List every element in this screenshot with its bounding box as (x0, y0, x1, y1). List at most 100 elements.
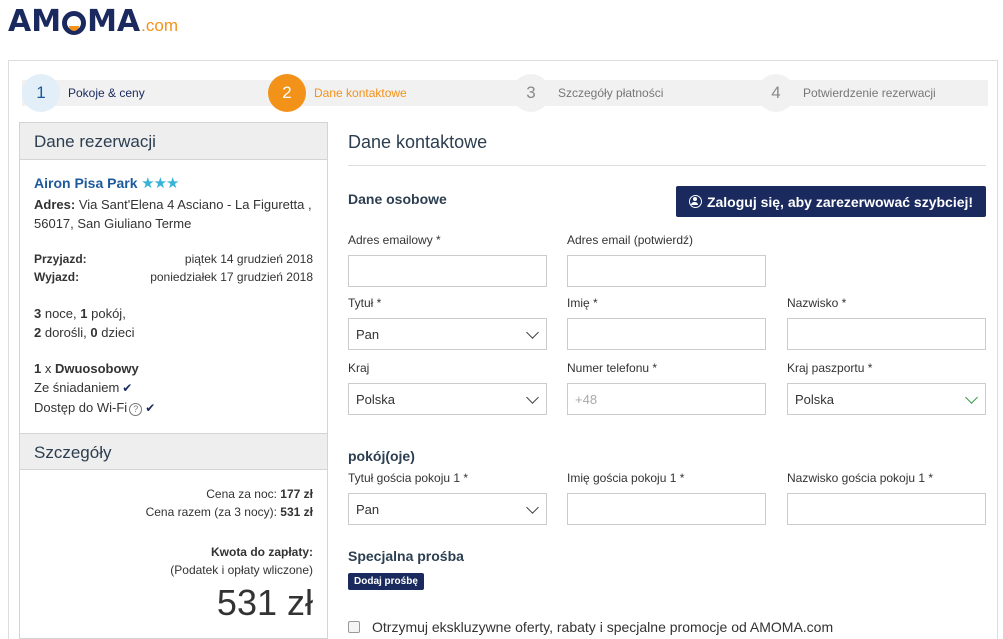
lastname-group: Nazwisko * (787, 296, 986, 350)
amount-due-value: 531 zł (216, 582, 313, 623)
guest-title-select[interactable]: Pan (348, 493, 547, 525)
email-label: Adres emailowy * (348, 233, 441, 247)
phone-label: Numer telefonu * (567, 361, 658, 375)
details-title: Szczegóły (20, 433, 327, 470)
phone-field[interactable]: +48 (567, 383, 766, 415)
logo-brand-right: MA (87, 4, 141, 39)
step-label: Potwierdzenie rezerwacji (803, 86, 936, 100)
price-night-label: Cena za noc: (206, 487, 277, 501)
firstname-group: Imię * (567, 296, 766, 350)
personal-data-title: Dane osobowe (348, 191, 447, 207)
amoma-logo[interactable]: AM MA .com (8, 4, 178, 44)
guest-title-label: Tytuł gościa pokoju 1 * (348, 471, 469, 485)
country-group: Kraj Polska (348, 361, 547, 415)
offers-checkbox[interactable] (348, 621, 360, 633)
question-icon[interactable]: ? (129, 403, 143, 416)
step-label: Szczegóły płatności (558, 86, 664, 100)
amount-due: Kwota do zapłaty: (Podatek i opłaty wlic… (170, 543, 313, 625)
room-type: Dwuosobowy (54, 361, 139, 376)
email-field[interactable] (348, 255, 547, 287)
logo-o-icon (62, 10, 87, 35)
children-text: dzieci (97, 325, 135, 340)
star-rating-icon: ★★★ (141, 175, 179, 192)
firstname-label: Imię * (567, 296, 598, 310)
chevron-down-icon (965, 391, 978, 404)
logo-brand: AM MA (8, 4, 140, 39)
country-select-value: Polska (356, 392, 396, 407)
chevron-down-icon (526, 501, 539, 514)
chevron-down-icon (526, 326, 539, 339)
step-payment-details: 3 Szczegóły płatności (512, 74, 663, 112)
adults-text: dorośli, (41, 325, 91, 340)
guest-lastname-field[interactable] (787, 493, 986, 525)
rooms-title: pokój(oje) (348, 448, 415, 464)
step-number: 2 (268, 74, 306, 112)
hotel-address: Adres: Via Sant'Elena 4 Asciano - La Fig… (34, 195, 313, 233)
booking-summary-title: Dane rezerwacji (20, 123, 327, 160)
checkmark-icon: ✔ (122, 381, 133, 395)
stay-dates: Przyjazd: piątek 14 grudzień 2018 Wyjazd… (34, 250, 313, 286)
add-request-button[interactable]: Dodaj prośbę (348, 573, 424, 590)
user-icon (688, 195, 702, 208)
address-value: Via Sant'Elena 4 Asciano - La Figuretta … (34, 197, 312, 231)
offers-label[interactable]: Otrzymuj ekskluzywne oferty, rabaty i sp… (372, 619, 833, 635)
title-group: Tytuł * Pan (348, 296, 547, 350)
price-night-value: 177 zł (280, 487, 313, 501)
checkmark-icon: ✔ (145, 401, 156, 415)
amount-due-label: Kwota do zapłaty: (210, 545, 313, 559)
country-select[interactable]: Polska (348, 383, 547, 415)
step-number: 1 (22, 74, 60, 112)
title-select[interactable]: Pan (348, 318, 547, 350)
logo-brand-left: AM (8, 4, 62, 39)
step-contact-details: 2 Dane kontaktowe (268, 74, 407, 112)
contact-form: Dane kontaktowe Dane osobowe Zaloguj się… (348, 122, 988, 635)
logo-tld: .com (141, 16, 178, 35)
step-confirmation: 4 Potwierdzenie rezerwacji (757, 74, 936, 112)
booking-summary-panel: Dane rezerwacji Airon Pisa Park ★★★ Adre… (19, 122, 328, 639)
phone-group: Numer telefonu * +48 (567, 361, 766, 415)
progress-steps: 1 Pokoje & ceny 2 Dane kontaktowe 3 Szcz… (22, 74, 988, 112)
login-button-label: Zaloguj się, aby zarezerwować szybciej! (706, 193, 974, 210)
guest-lastname-label: Nazwisko gościa pokoju 1 * (787, 471, 934, 485)
email-confirm-group: Adres email (potwierdź) (567, 233, 766, 287)
email-group: Adres emailowy * (348, 233, 547, 287)
guest-title-select-value: Pan (356, 502, 380, 517)
guest-firstname-label: Imię gościa pokoju 1 * (567, 471, 685, 485)
country-label: Kraj (348, 361, 370, 375)
email-confirm-field[interactable] (567, 255, 766, 287)
guest-firstname-group: Imię gościa pokoju 1 * (567, 471, 766, 525)
price-breakdown: Cena za noc: 177 zł Cena razem (za 3 noc… (146, 485, 313, 521)
nights-text: noce, (41, 306, 81, 321)
chevron-down-icon (526, 391, 539, 404)
room-summary: 1 x Dwuosobowy Ze śniadaniem ✔ Dostęp do … (34, 359, 313, 418)
offers-option: Otrzymuj ekskluzywne oferty, rabaty i sp… (348, 619, 833, 635)
tax-note: (Podatek i opłaty wliczone) (170, 563, 313, 577)
login-button[interactable]: Zaloguj się, aby zarezerwować szybciej! (676, 186, 986, 217)
step-rooms-prices[interactable]: 1 Pokoje & ceny (22, 74, 145, 112)
email-confirm-label: Adres email (potwierdź) (567, 233, 694, 247)
checkin-label: Przyjazd: (34, 252, 87, 266)
address-label: Adres: (34, 197, 76, 212)
passport-group: Kraj paszportu * Polska (787, 361, 986, 415)
step-label: Dane kontaktowe (314, 86, 407, 100)
hotel-name-link[interactable]: Airon Pisa Park (34, 175, 138, 191)
room-x: x (41, 361, 55, 376)
passport-select-value: Polska (795, 392, 835, 407)
step-number: 4 (757, 74, 795, 112)
price-total-label: Cena razem (za 3 nocy): (145, 505, 277, 519)
step-label: Pokoje & ceny (68, 86, 145, 100)
passport-country-select[interactable]: Polska (787, 383, 986, 415)
title-select-value: Pan (356, 327, 380, 342)
rooms-text: pokój, (87, 306, 126, 321)
checkout-label: Wyjazd: (34, 270, 80, 284)
lastname-label: Nazwisko * (787, 296, 847, 310)
wifi-label: Dostęp do Wi-Fi (34, 400, 128, 415)
lastname-field[interactable] (787, 318, 986, 350)
passport-label: Kraj paszportu * (787, 361, 873, 375)
price-total-value: 531 zł (280, 505, 313, 519)
breakfast-label: Ze śniadaniem (34, 380, 120, 395)
firstname-field[interactable] (567, 318, 766, 350)
guest-title-group: Tytuł gościa pokoju 1 * Pan (348, 471, 547, 525)
guest-firstname-field[interactable] (567, 493, 766, 525)
checkout-date: poniedziałek 17 grudzień 2018 (150, 270, 313, 284)
